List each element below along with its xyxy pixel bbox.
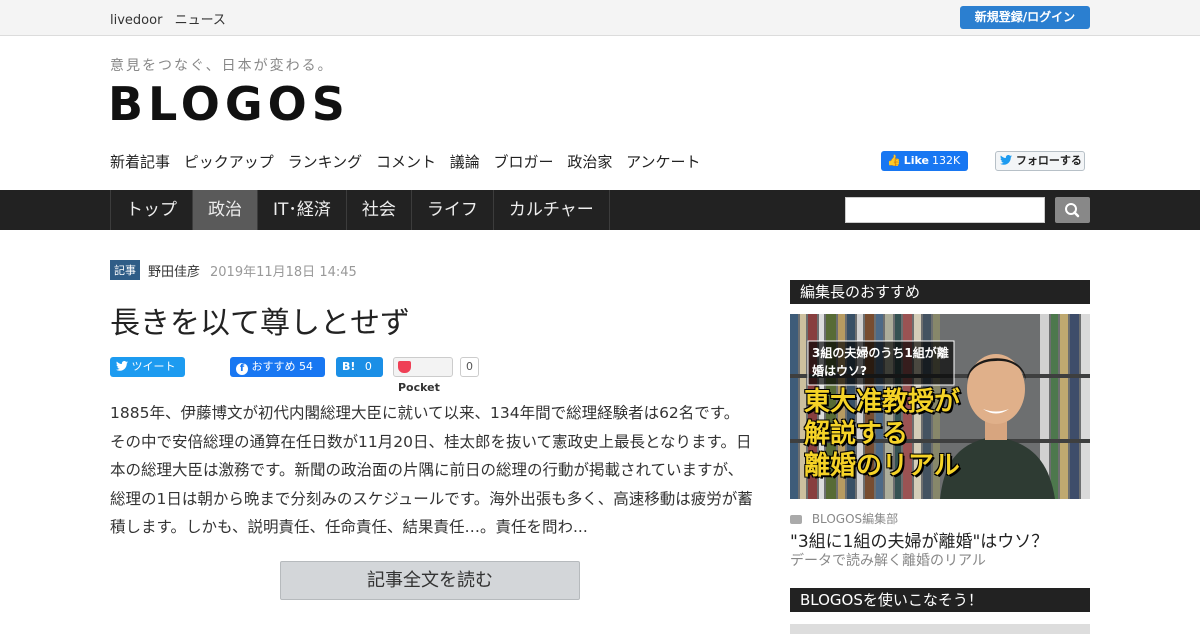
nav-tab-culture[interactable]: カルチャー [494, 190, 610, 230]
subnav-item-debate[interactable]: 議論 [450, 153, 480, 171]
feature-source: BLOGOS編集部 [790, 510, 898, 527]
brand-name[interactable]: livedoor [110, 13, 162, 28]
nav-tab-society[interactable]: 社会 [347, 190, 412, 230]
signup-login-button[interactable]: 新規登録/ログイン [960, 6, 1090, 29]
fb-like-count: 132K [931, 154, 961, 167]
feature-source-label: BLOGOS編集部 [811, 512, 899, 526]
facebook-share-button[interactable]: f おすすめ 54 [230, 357, 325, 377]
twitter-follow-button[interactable]: フォローする [995, 151, 1085, 171]
brand-section[interactable]: ニュース [175, 13, 226, 28]
feature-headline-line-2: 解説する [804, 419, 909, 449]
facebook-share-count: 54 [299, 360, 313, 373]
twitter-bird-icon [1000, 155, 1012, 165]
facebook-icon: f [236, 363, 248, 375]
read-full-article-button[interactable]: 記事全文を読む [280, 561, 580, 600]
sidebar-how-to-heading: BLOGOSを使いこなそう！ [790, 588, 1090, 612]
facebook-like-button[interactable]: 👍 Like 132K [881, 151, 968, 171]
article-body: 1885年、伊藤博文が初代内閣総理大臣に就いて以来、134年間で総理経験者は62… [110, 404, 753, 536]
search-button[interactable] [1055, 197, 1090, 223]
sidebar-next-thumbnail[interactable] [790, 624, 1090, 634]
twitter-bird-icon [116, 361, 128, 371]
subnav-item-blogger[interactable]: ブロガー [494, 153, 554, 171]
sub-navigation: 新着記事 ピックアップ ランキング コメント 議論 ブロガー 政治家 アンケート [110, 151, 710, 172]
feature-headline-line-1: 東大准教授が [804, 387, 961, 417]
site-logo[interactable]: BLOGOS [108, 78, 350, 130]
article-author[interactable]: 野田佳彦 [148, 261, 200, 280]
site-tagline: 意見をつなぐ、日本が変わる。 [110, 58, 334, 74]
nav-tab-top[interactable]: トップ [110, 190, 193, 230]
pocket-count: 0 [460, 357, 479, 377]
feature-image-headline: 東大准教授が 解説する 離婚のリアル [804, 386, 960, 482]
twitter-follow-label: フォローする [1015, 154, 1082, 167]
search-icon [1065, 203, 1080, 218]
subnav-item-new[interactable]: 新着記事 [110, 153, 170, 171]
pocket-label: Pocket [398, 381, 440, 394]
feature-thumbnail[interactable]: 3組の夫婦のうち1組が離婚はウソ? 東大准教授が 解説する 離婚のリアル [790, 314, 1090, 499]
tweet-button[interactable]: ツイート [110, 357, 185, 377]
feature-subtitle[interactable]: データで読み解く離婚のリアル [790, 550, 986, 570]
subnav-item-ranking[interactable]: ランキング [288, 153, 363, 171]
feature-title[interactable]: "3組に1組の夫婦が離婚"はウソ？ [790, 527, 1048, 552]
top-bar: livedoor ニュース 新規登録/ログイン [0, 0, 1200, 36]
article-title: 長きを以て尊しとせず [110, 306, 410, 341]
thumbs-up-icon: 👍 [887, 154, 901, 167]
sidebar-editor-picks-heading: 編集長のおすすめ [790, 280, 1090, 304]
subnav-item-pickup[interactable]: ピックアップ [184, 153, 274, 171]
subnav-item-comment[interactable]: コメント [376, 153, 436, 171]
tweet-label: ツイート [131, 360, 176, 373]
hatena-icon: B! [342, 360, 356, 373]
camera-icon [790, 515, 802, 524]
feature-headline-line-3: 離婚のリアル [804, 451, 960, 481]
subnav-item-survey[interactable]: アンケート [626, 153, 700, 171]
fb-like-label: Like [903, 154, 929, 167]
nav-tab-politics[interactable]: 政治 [193, 190, 258, 230]
hatena-count: 0 [364, 360, 372, 373]
livedoor-brand[interactable]: livedoor ニュース [110, 9, 234, 28]
nav-tab-life[interactable]: ライフ [412, 190, 494, 230]
article-date: 2019年11月18日 14:45 [210, 264, 357, 280]
article-badge: 記事 [110, 260, 140, 280]
facebook-share-label: おすすめ [251, 360, 296, 373]
subnav-item-politician[interactable]: 政治家 [567, 153, 612, 171]
main-navigation: トップ 政治 IT･経済 社会 ライフ カルチャー [0, 190, 1200, 230]
hatena-bookmark-button[interactable]: B! 0 [336, 357, 383, 377]
feature-image-caption: 3組の夫婦のうち1組が離婚はウソ? [812, 346, 949, 378]
pocket-icon [398, 361, 411, 373]
nav-tab-it-economy[interactable]: IT･経済 [258, 190, 347, 230]
article-meta: 記事 野田佳彦 2019年11月18日 14:45 [110, 260, 357, 280]
pocket-button[interactable]: Pocket [393, 357, 453, 394]
search-input[interactable] [845, 197, 1045, 223]
